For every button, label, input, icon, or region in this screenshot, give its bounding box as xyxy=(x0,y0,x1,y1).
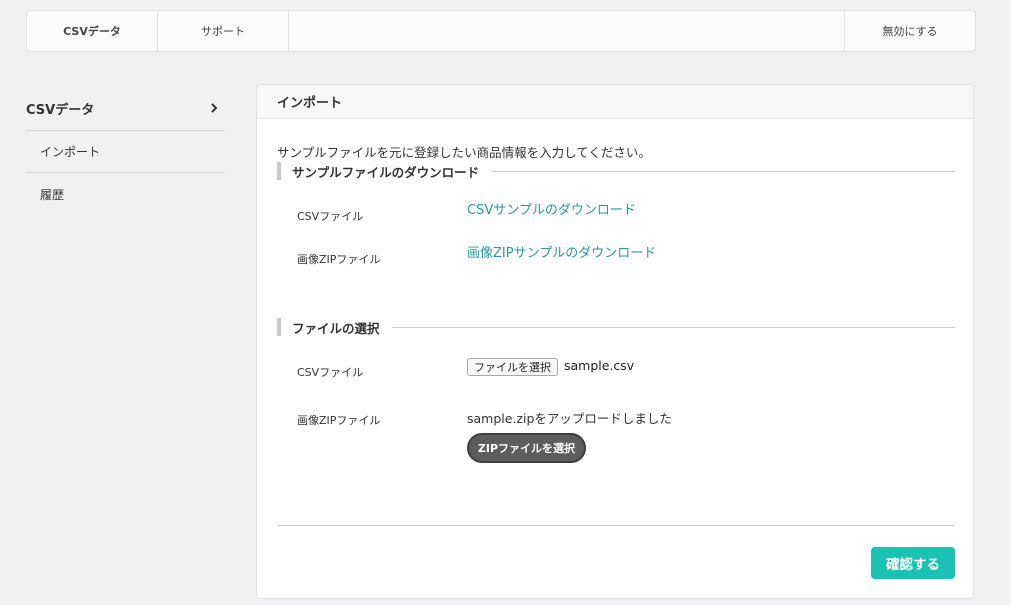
zip-upload-status: sample.zipをアップロードしました xyxy=(467,411,672,426)
csv-sample-download-link[interactable]: CSVサンプルのダウンロード xyxy=(467,199,636,218)
sidebar-item-label: 履歴 xyxy=(40,187,65,202)
section-marker xyxy=(277,162,281,180)
sidebar-item-label: インポート xyxy=(40,145,101,159)
section-divider xyxy=(391,326,955,328)
download-section-title: サンプルファイルのダウンロード xyxy=(277,162,955,180)
chevron-right-icon xyxy=(211,103,218,113)
select-section-label: ファイルの選択 xyxy=(292,320,380,336)
tab-csv-data[interactable]: CSVデータ xyxy=(27,11,158,51)
top-nav-spacer xyxy=(289,11,845,51)
confirm-button[interactable]: 確認する xyxy=(871,547,955,579)
panel-title: インポート xyxy=(257,85,973,119)
zip-file-select-button[interactable]: ZIPファイルを選択 xyxy=(467,433,586,463)
footer-divider xyxy=(277,525,955,526)
tab-support[interactable]: サポート xyxy=(158,11,289,51)
section-marker xyxy=(277,318,281,336)
import-panel: インポート サンプルファイルを元に登録したい商品情報を入力してください。 サンプ… xyxy=(256,84,974,599)
sidebar-item-import[interactable]: インポート xyxy=(26,131,225,173)
csv-file-label: CSVファイル xyxy=(297,366,364,379)
csv-file-select-button[interactable]: ファイルを選択 xyxy=(467,358,558,376)
sidebar-heading[interactable]: CSVデータ xyxy=(26,86,225,131)
zip-sample-download-link[interactable]: 画像ZIPサンプルのダウンロード xyxy=(467,242,656,261)
csv-file-name: sample.csv xyxy=(564,358,635,373)
sidebar: CSVデータ インポート 履歴 xyxy=(26,86,225,215)
zip-file-label: 画像ZIPファイル xyxy=(297,414,381,427)
csv-download-label: CSVファイル xyxy=(297,210,364,223)
sidebar-item-history[interactable]: 履歴 xyxy=(26,173,225,215)
section-divider xyxy=(491,170,955,172)
zip-download-label: 画像ZIPファイル xyxy=(297,253,381,266)
select-section-title: ファイルの選択 xyxy=(277,318,955,336)
download-section-label: サンプルファイルのダウンロード xyxy=(292,164,480,180)
sidebar-heading-label: CSVデータ xyxy=(26,102,95,118)
intro-text: サンプルファイルを元に登録したい商品情報を入力してください。 xyxy=(277,145,651,160)
disable-button[interactable]: 無効にする xyxy=(845,11,975,51)
top-nav: CSVデータ サポート 無効にする xyxy=(26,10,976,52)
